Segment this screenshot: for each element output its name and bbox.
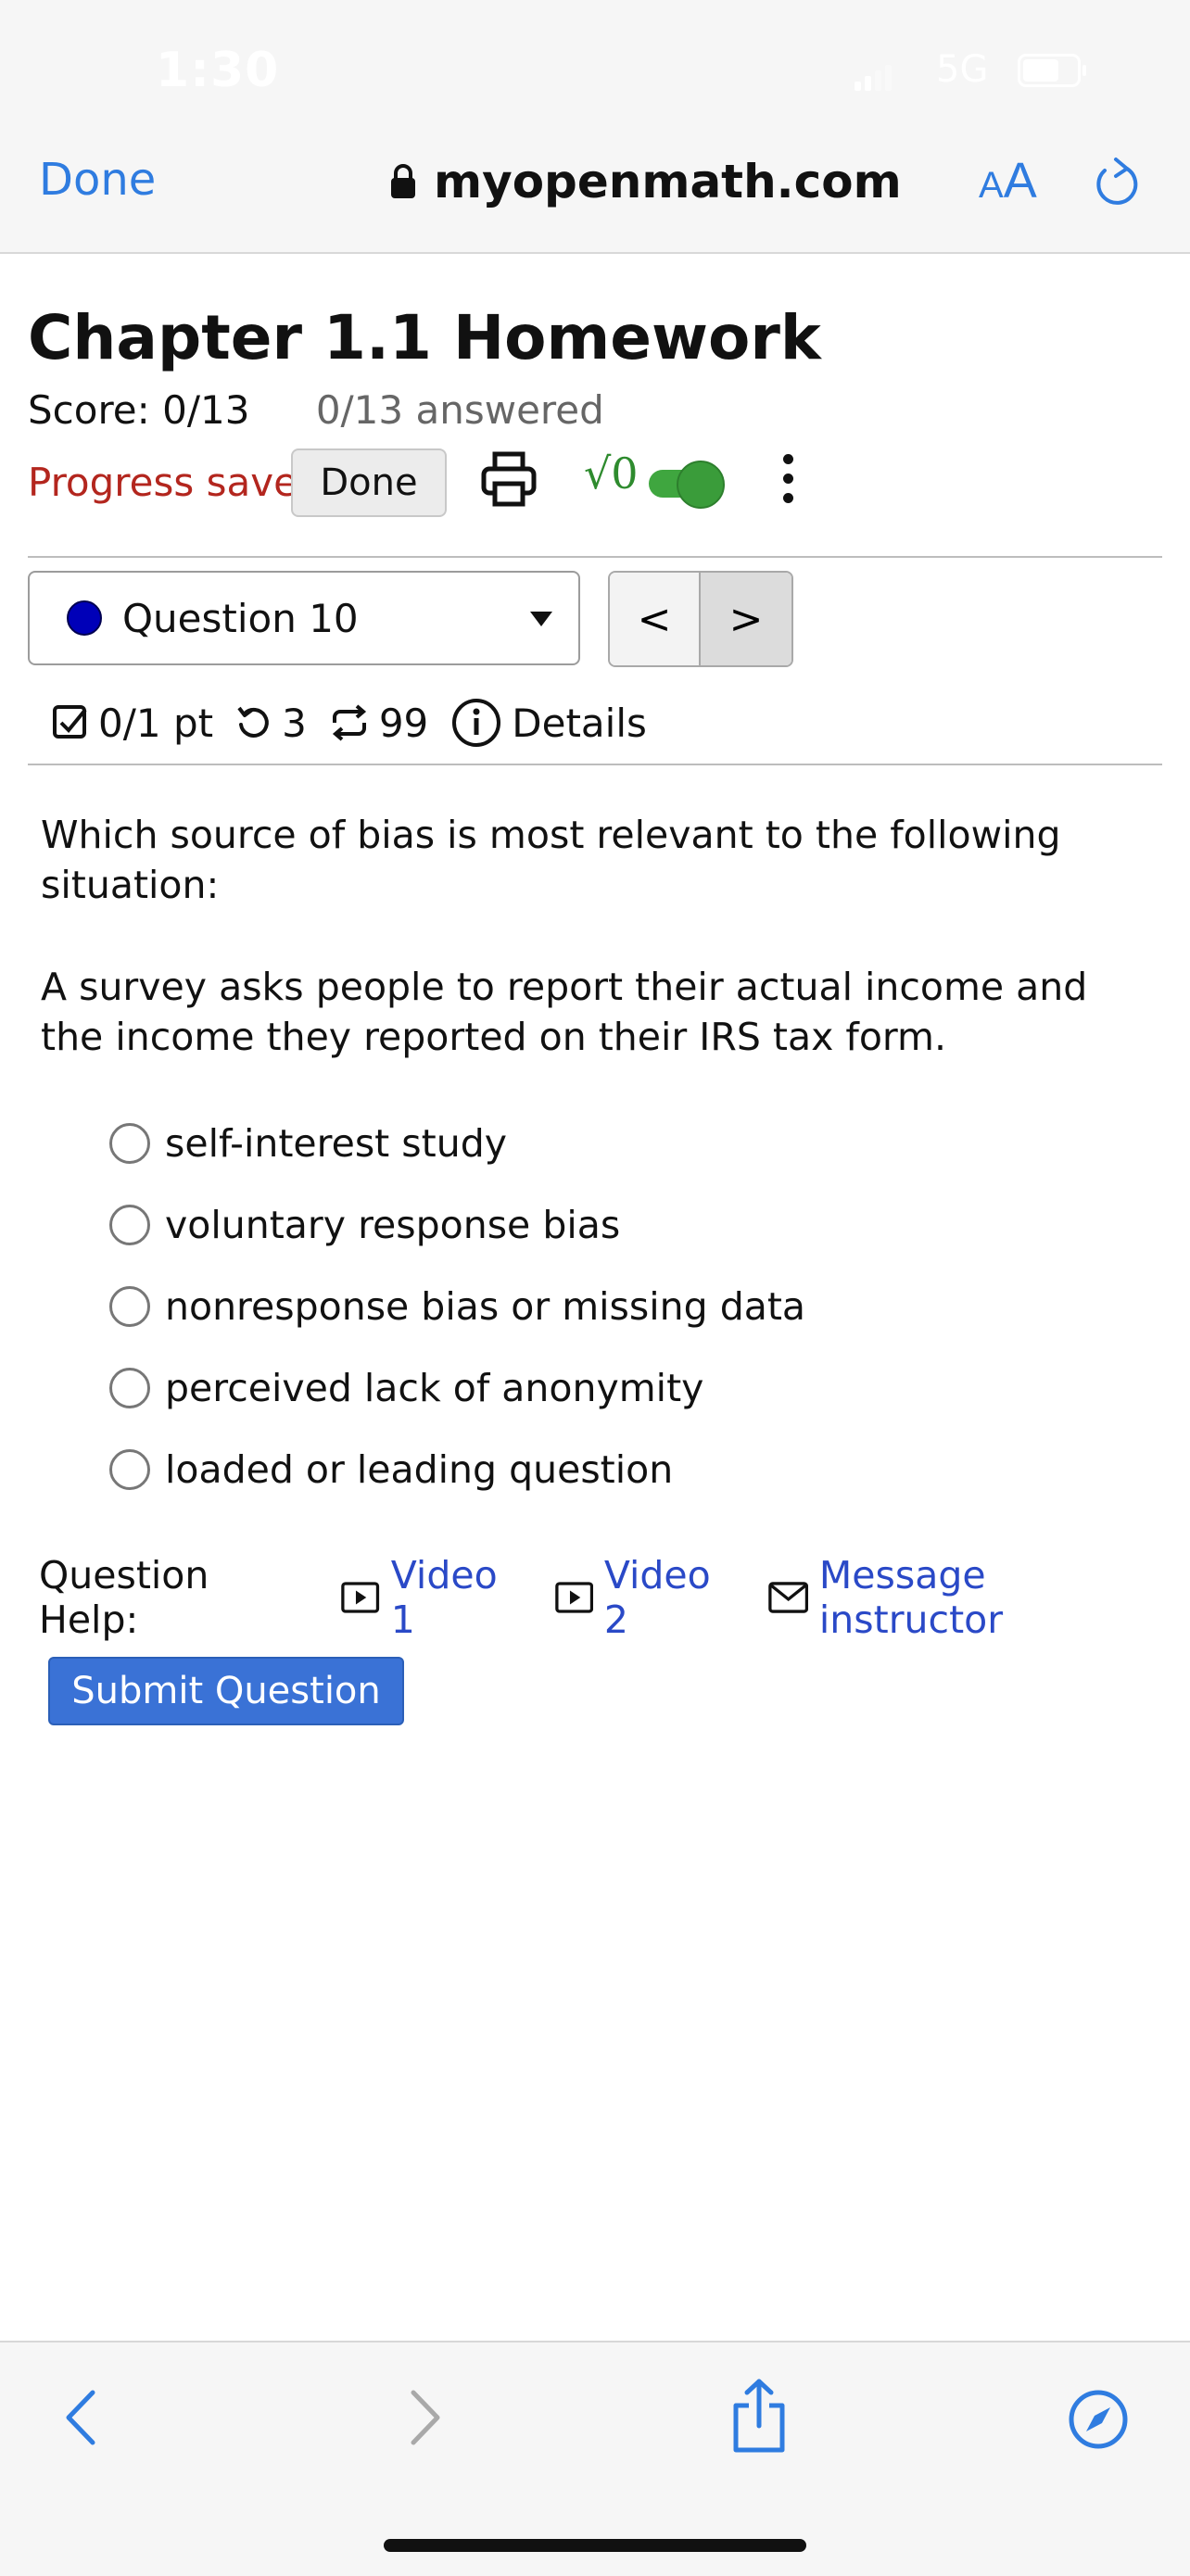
answer-option-label: loaded or leading question (165, 1447, 674, 1492)
question-prompt: Which source of bias is most relevant to… (41, 813, 1061, 907)
points-item: 0/1 pt (52, 701, 213, 746)
text-size-large-glyph: A (1003, 153, 1037, 208)
answer-option[interactable]: perceived lack of anonymity (109, 1347, 805, 1429)
video-icon (554, 1582, 593, 1613)
video-1-link[interactable]: Video 1 (341, 1553, 525, 1642)
browser-done-button[interactable]: Done (39, 154, 156, 206)
video-1-label: Video 1 (390, 1553, 498, 1642)
regenerate-icon (332, 704, 366, 741)
forward-arrow-icon[interactable] (402, 2385, 449, 2450)
video-2-label: Video 2 (603, 1553, 711, 1642)
network-type: 5G (936, 48, 989, 91)
address-bar[interactable]: myopenmath.com (389, 152, 902, 211)
message-instructor-link[interactable]: Message instructor (767, 1553, 1160, 1642)
previous-question-button[interactable]: < (610, 573, 701, 665)
answer-option[interactable]: voluntary response bias (109, 1184, 805, 1266)
question-meta: 0/1 pt 3 99 Details (52, 693, 669, 752)
answer-option[interactable]: loaded or leading question (109, 1429, 805, 1510)
info-icon (452, 699, 501, 747)
lock-icon (391, 164, 415, 198)
divider (28, 764, 1162, 765)
status-bar: 1:30 5G (0, 0, 1190, 139)
print-icon[interactable] (480, 450, 538, 508)
answer-option[interactable]: self-interest study (109, 1103, 805, 1184)
more-options-icon[interactable] (780, 454, 795, 511)
assignment-done-button[interactable]: Done (291, 448, 447, 517)
retries-item: 3 (235, 701, 307, 746)
cellular-signal-icon (855, 61, 892, 91)
answered-count: 0/13 answered (315, 387, 604, 433)
details-label: Details (512, 700, 647, 746)
reload-icon[interactable] (1092, 156, 1140, 211)
details-button[interactable]: Details (450, 697, 647, 749)
points-text: 0/1 pt (98, 700, 214, 746)
home-indicator[interactable] (384, 2539, 806, 2552)
url-text: myopenmath.com (434, 155, 902, 208)
answer-option-label: nonresponse bias or missing data (165, 1284, 806, 1329)
checkbox-icon (53, 705, 87, 739)
regens-item: 99 (329, 701, 428, 746)
text-size-small-glyph: A (979, 165, 1004, 206)
regens-count: 99 (378, 700, 429, 746)
retry-icon (237, 706, 269, 738)
retries-count: 3 (282, 700, 307, 746)
question-scenario: A survey asks people to report their act… (41, 965, 1088, 1059)
video-2-link[interactable]: Video 2 (554, 1553, 739, 1642)
status-time: 1:30 (156, 43, 280, 98)
divider (28, 556, 1162, 558)
math-entry-icon: √0 (584, 448, 639, 499)
question-help-label: Question Help: (39, 1553, 209, 1642)
compass-icon[interactable] (1068, 2389, 1129, 2450)
browser-top-chrome: 1:30 5G Done myopenmath.com AA (0, 0, 1190, 254)
battery-icon (1018, 54, 1086, 87)
next-question-button[interactable]: > (701, 573, 791, 665)
page-title: Chapter 1.1 Homework (28, 302, 821, 373)
question-pager: < > (608, 571, 793, 667)
submit-question-button[interactable]: Submit Question (48, 1657, 404, 1725)
answer-option[interactable]: nonresponse bias or missing data (109, 1266, 805, 1347)
score-line: Score: 0/13 0/13 answered (28, 387, 604, 433)
answer-option-label: perceived lack of anonymity (165, 1366, 704, 1410)
question-status-dot (67, 600, 102, 636)
progress-status: Progress saved (28, 460, 323, 505)
video-icon (341, 1582, 380, 1613)
radio-button[interactable] (109, 1286, 150, 1327)
chevron-down-icon (530, 612, 552, 626)
share-icon[interactable] (728, 2378, 790, 2454)
radio-button[interactable] (109, 1368, 150, 1408)
message-instructor-label: Message instructor (818, 1553, 1004, 1642)
radio-button[interactable] (109, 1205, 150, 1245)
score-text: Score: 0/13 (28, 387, 250, 433)
question-select[interactable]: Question 10 (28, 571, 580, 665)
radio-button[interactable] (109, 1123, 150, 1164)
question-help: Question Help: Video 1 Video 2 Message i… (39, 1553, 1190, 1642)
browser-bottom-toolbar (0, 2341, 1190, 2576)
math-entry-toggle[interactable] (649, 461, 725, 509)
question-select-value: Question 10 (122, 595, 359, 641)
mail-icon (767, 1582, 808, 1613)
back-arrow-icon[interactable] (57, 2385, 104, 2450)
text-size-button[interactable]: AA (979, 152, 1037, 209)
radio-button[interactable] (109, 1449, 150, 1490)
answer-option-label: self-interest study (165, 1121, 507, 1166)
answer-options: self-interest study voluntary response b… (109, 1103, 805, 1510)
answer-option-label: voluntary response bias (165, 1203, 621, 1247)
toggle-knob (677, 461, 725, 509)
